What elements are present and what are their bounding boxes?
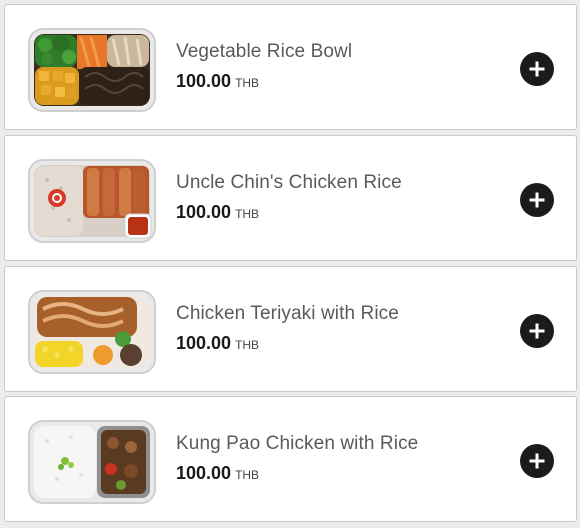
chicken-teriyaki-image <box>28 290 156 374</box>
add-to-cart-button[interactable] <box>520 183 554 217</box>
plus-icon <box>529 192 545 208</box>
item-price: 100.00 <box>176 333 232 353</box>
price-row: 100.00 THB <box>176 71 352 92</box>
item-info: Chicken Teriyaki with Rice 100.00 THB <box>176 303 399 354</box>
currency-label: THB <box>235 207 260 221</box>
price-row: 100.00 THB <box>176 463 418 484</box>
menu-item-card[interactable]: Uncle Chin's Chicken Rice 100.00 THB <box>4 135 577 261</box>
item-name: Chicken Teriyaki with Rice <box>176 303 399 324</box>
plus-icon <box>529 323 545 339</box>
item-info: Kung Pao Chicken with Rice 100.00 THB <box>176 433 418 484</box>
plus-icon <box>529 453 545 469</box>
menu-list: Vegetable Rice Bowl 100.00 THB Uncle Chi… <box>0 0 580 528</box>
item-price: 100.00 <box>176 463 232 483</box>
item-info: Uncle Chin's Chicken Rice 100.00 THB <box>176 172 402 223</box>
menu-item-card[interactable]: Vegetable Rice Bowl 100.00 THB <box>4 4 577 130</box>
menu-item-card[interactable]: Kung Pao Chicken with Rice 100.00 THB <box>4 396 577 522</box>
vegetable-rice-bowl-image <box>28 28 156 112</box>
menu-item-card[interactable]: Chicken Teriyaki with Rice 100.00 THB <box>4 266 577 392</box>
item-price: 100.00 <box>176 202 232 222</box>
item-name: Vegetable Rice Bowl <box>176 41 353 62</box>
plus-icon <box>529 61 545 77</box>
item-name: Kung Pao Chicken with Rice <box>176 433 419 454</box>
add-to-cart-button[interactable] <box>520 52 554 86</box>
currency-label: THB <box>235 468 260 482</box>
currency-label: THB <box>235 76 260 90</box>
price-row: 100.00 THB <box>176 333 399 354</box>
item-price: 100.00 <box>176 71 232 91</box>
price-row: 100.00 THB <box>176 202 402 223</box>
add-to-cart-button[interactable] <box>520 314 554 348</box>
item-name: Uncle Chin's Chicken Rice <box>176 172 402 193</box>
chicken-rice-image <box>28 159 156 243</box>
currency-label: THB <box>235 338 260 352</box>
add-to-cart-button[interactable] <box>520 444 554 478</box>
item-info: Vegetable Rice Bowl 100.00 THB <box>176 41 352 92</box>
kung-pao-chicken-image <box>28 420 156 504</box>
